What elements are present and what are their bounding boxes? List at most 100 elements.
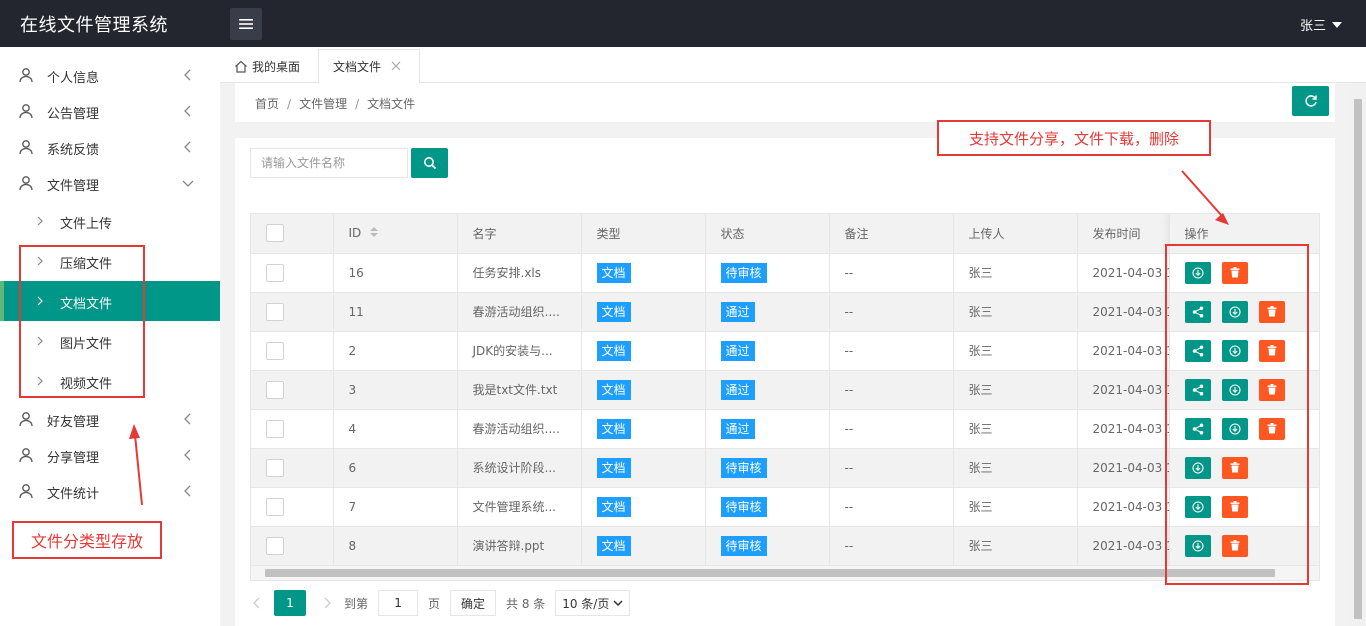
user-icon [19,140,33,155]
sidebar-item-feedback[interactable]: 系统反馈 [0,129,220,165]
row-checkbox[interactable] [266,497,284,516]
search-input[interactable] [250,148,408,178]
chevron-right-icon [37,216,43,226]
user-icon [19,412,33,427]
table-row: 11春游活动组织.... 文档 通过 --张三2021-04-03 11 [251,292,1319,332]
breadcrumb-home[interactable]: 首页 [255,97,279,111]
cell-note: -- [829,292,954,332]
pagination: 1 到第 1 页 确定 共 8 条 10 条/页 [250,583,631,623]
sort-icon[interactable] [369,226,379,241]
tab-home[interactable]: 我的桌面 [234,49,300,83]
cell-type: 文档 [581,448,706,488]
page-1-button[interactable]: 1 [274,590,306,616]
scrollbar-thumb[interactable] [265,569,1275,577]
goto-label: 到第 [344,596,369,611]
goto-confirm-button[interactable]: 确定 [450,590,497,616]
chevron-down-icon [182,180,194,187]
cell-status: 通过 [705,370,830,410]
status-badge: 待审核 [720,457,767,478]
cell-note: -- [829,409,954,449]
sidebar-item-profile[interactable]: 个人信息 [0,57,220,93]
type-badge: 文档 [596,301,631,322]
cell-note: -- [829,448,954,488]
row-select-cell[interactable] [251,370,334,410]
sidebar-item-announcements[interactable]: 公告管理 [0,93,220,129]
row-select-cell[interactable] [251,409,334,449]
type-badge: 文档 [596,496,631,517]
row-checkbox[interactable] [266,419,284,438]
row-select-cell[interactable] [251,487,334,527]
close-icon[interactable] [391,61,401,71]
page-size-select[interactable]: 10 条/页 [555,590,631,616]
row-checkbox[interactable] [266,536,284,555]
cell-type: 文档 [581,292,706,332]
sidebar-sub-item-upload[interactable]: 文件上传 [0,201,220,241]
scrollbar-thumb[interactable] [1354,99,1362,619]
select-all-checkbox[interactable] [266,224,284,243]
cell-status: 待审核 [705,253,830,293]
type-badge: 文档 [596,340,631,361]
cell-id: 2 [333,331,458,371]
table-row: 4春游活动组织.... 文档 通过 --张三2021-04-03 11 [251,409,1319,449]
app-title: 在线文件管理系统 [20,15,168,36]
cell-id: 11 [333,292,458,332]
annotation-category-note: 文件分类型存放 [12,521,162,559]
vertical-scrollbar[interactable] [1350,83,1366,626]
prev-page-icon[interactable] [252,597,262,609]
cell-id: 16 [333,253,458,293]
horizontal-scrollbar[interactable] [251,566,1319,580]
type-badge: 文档 [596,418,631,439]
row-checkbox[interactable] [266,341,284,360]
cell-time: 2021-04-03 11 [1077,448,1170,488]
header-type: 类型 [581,214,706,254]
cell-status: 通过 [705,292,830,332]
row-select-cell[interactable] [251,448,334,488]
cell-uploader: 张三 [953,370,1078,410]
chevron-left-icon [184,485,191,497]
row-checkbox[interactable] [266,380,284,399]
row-checkbox[interactable] [266,263,284,282]
next-page-icon[interactable] [322,597,332,609]
status-badge: 通过 [720,379,755,400]
sidebar-item-label: 文件管理 [47,179,100,194]
cell-uploader: 张三 [953,331,1078,371]
tab-documents[interactable]: 文档文件 [318,49,420,83]
cell-name: 演讲答辩.ppt [457,526,582,566]
table-row: 16任务安排.xls 文档 待审核 --张三2021-04-03 14 [251,253,1319,293]
header-select-all[interactable] [251,214,334,254]
sidebar-item-file-management[interactable]: 文件管理 [0,165,220,201]
cell-id: 3 [333,370,458,410]
cell-time: 2021-04-03 11 [1077,331,1170,371]
annotation-ops-note: 支持文件分享，文件下载，删除 [937,120,1211,156]
row-checkbox[interactable] [266,302,284,321]
sidebar-item-friends[interactable]: 好友管理 [0,401,220,437]
sidebar-item-statistics[interactable]: 文件统计 [0,473,220,509]
row-select-cell[interactable] [251,292,334,332]
row-select-cell[interactable] [251,253,334,293]
cell-name: JDK的安装与... [457,331,582,371]
table-row: 3我是txt文件.txt 文档 通过 --张三2021-04-03 11 [251,370,1319,410]
user-icon [19,448,33,463]
goto-page-input[interactable]: 1 [378,590,419,616]
cell-note: -- [829,487,954,527]
header-id[interactable]: ID [333,214,458,254]
row-checkbox[interactable] [266,458,284,477]
search-button[interactable] [411,148,448,178]
cell-name: 我是txt文件.txt [457,370,582,410]
breadcrumb-file-management[interactable]: 文件管理 [299,97,347,111]
refresh-button[interactable] [1292,86,1329,116]
row-select-cell[interactable] [251,526,334,566]
type-badge: 文档 [596,457,631,478]
table-row: 2JDK的安装与... 文档 通过 --张三2021-04-03 11 [251,331,1319,371]
home-icon [235,60,247,73]
table-header-row: ID 名字 类型 状态 备注 上传人 发布时间 操作 [251,214,1319,254]
breadcrumb-separator: / [355,97,360,111]
refresh-icon [1304,95,1317,107]
user-menu[interactable]: 张三 [1300,15,1342,34]
status-badge: 通过 [720,301,755,322]
table-row: 6系统设计阶段... 文档 待审核 --张三2021-04-03 11 [251,448,1319,488]
row-select-cell[interactable] [251,331,334,371]
type-badge: 文档 [596,379,631,400]
sidebar-item-shares[interactable]: 分享管理 [0,437,220,473]
menu-toggle-button[interactable] [230,8,262,40]
